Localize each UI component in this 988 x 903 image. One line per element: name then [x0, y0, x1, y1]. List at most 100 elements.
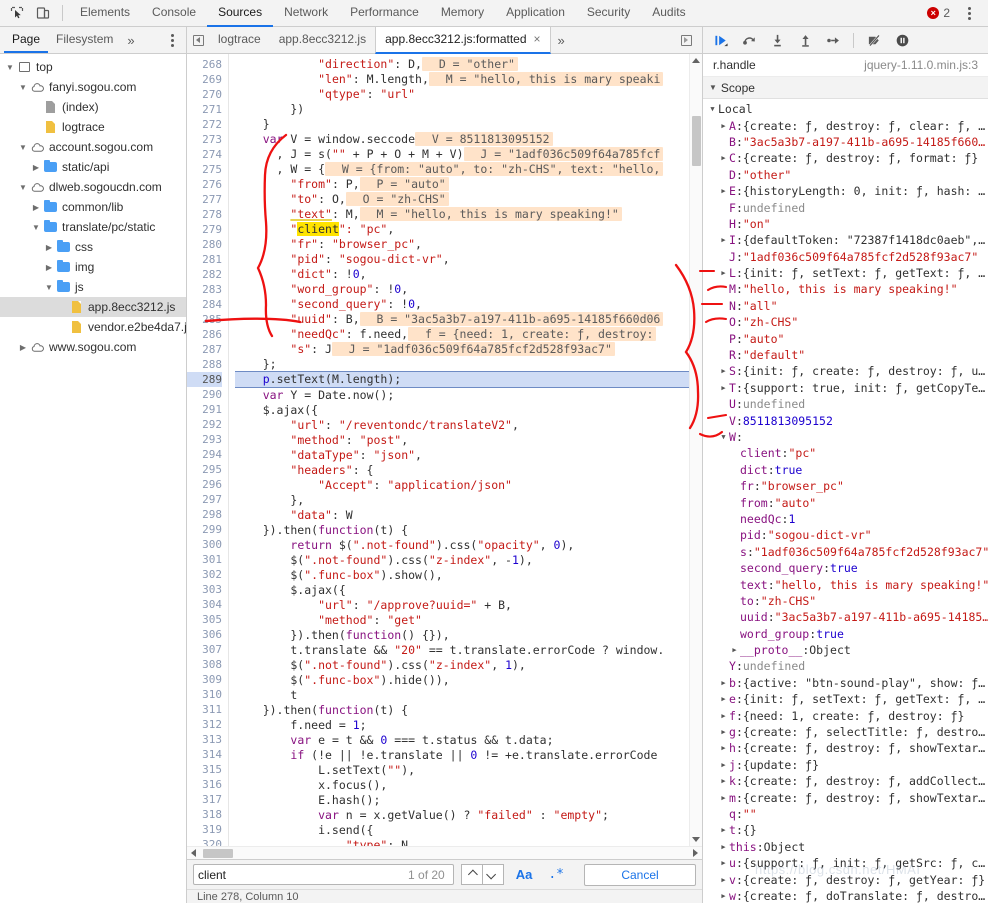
scope-variable-row[interactable]: ▶ C: {create: ƒ, destroy: ƒ, format: ƒ} [703, 150, 988, 166]
tree-item-translate-pc-static[interactable]: translate/pc/static [0, 217, 186, 237]
code-line[interactable]: "to": O, O = "zh-CHS" [235, 192, 689, 207]
line-number[interactable]: 287 [187, 342, 222, 357]
line-number[interactable]: 296 [187, 477, 222, 492]
chevron-right-icon[interactable]: ▶ [718, 892, 729, 900]
chevron-down-icon[interactable] [17, 137, 29, 157]
step-out-icon[interactable] [792, 28, 818, 52]
step-icon[interactable] [820, 28, 846, 52]
code-line[interactable]: "s": J J = "1adf036c509f64a785fcf2d528f9… [235, 342, 689, 357]
code-line[interactable]: "fr": "browser_pc", [235, 237, 689, 252]
tab-console[interactable]: Console [141, 0, 207, 27]
match-case-button[interactable]: Aa [512, 867, 537, 882]
code-line[interactable]: var e = t && 0 === t.status && t.data; [235, 733, 689, 748]
chevron-right-icon[interactable]: ▶ [718, 761, 729, 769]
code-editor[interactable]: 268 269 270 271 272 273 274 275 276 277 278 279 280 2… [187, 54, 702, 846]
line-number[interactable]: 271 [187, 102, 222, 117]
line-number[interactable]: 273 [187, 132, 222, 147]
editor-horizontal-scrollbar[interactable] [187, 846, 702, 859]
chevron-right-icon[interactable] [43, 237, 55, 257]
chevron-right-icon[interactable]: ▶ [718, 367, 729, 375]
line-number[interactable]: 302 [187, 567, 222, 582]
chevron-right-icon[interactable] [30, 197, 42, 217]
code-line[interactable]: $(".not-found").css("z-index", -1), [235, 553, 689, 568]
scope-variable-row[interactable]: ▶ __proto__: Object [703, 642, 988, 658]
code-line[interactable]: }).then(function() {}), [235, 628, 689, 643]
tab-sources[interactable]: Sources [207, 0, 274, 27]
scrollbar-thumb[interactable] [203, 849, 233, 858]
nav-tab-page[interactable]: Page [4, 27, 49, 53]
line-number[interactable]: 278 [187, 207, 222, 222]
scope-variable-row[interactable]: ▶dict: true [703, 462, 988, 478]
scroll-left-icon[interactable] [187, 847, 200, 860]
code-line[interactable]: $(".func-box").hide()), [235, 673, 689, 688]
navigator-more-tabs-icon[interactable]: » [121, 33, 140, 48]
chevron-right-icon[interactable]: ▶ [718, 384, 729, 392]
code-line[interactable]: }) [235, 102, 689, 117]
line-number[interactable]: 310 [187, 687, 222, 702]
scope-variable-row[interactable]: ▶ T: {support: true, init: ƒ, getCopyTe… [703, 380, 988, 396]
line-number[interactable]: 285 [187, 312, 222, 327]
line-number[interactable]: 315 [187, 762, 222, 777]
error-count-badge[interactable]: × 2 [919, 6, 958, 20]
search-next-button[interactable] [481, 864, 504, 885]
tab-application[interactable]: Application [495, 0, 576, 27]
scope-variable-row[interactable]: ▶H: "on" [703, 216, 988, 232]
chevron-right-icon[interactable]: ▶ [729, 646, 740, 654]
cancel-button[interactable]: Cancel [584, 863, 696, 886]
chevron-down-icon[interactable]: ▼ [718, 433, 729, 441]
scope-variable-row[interactable]: ▶F: undefined [703, 199, 988, 215]
code-line[interactable]: "method": "get" [235, 613, 689, 628]
tree-item-static-api[interactable]: static/api [0, 157, 186, 177]
code-line[interactable]: $.ajax({ [235, 583, 689, 598]
device-toolbar-icon[interactable] [30, 1, 56, 25]
line-number[interactable]: 316 [187, 777, 222, 792]
code-line[interactable]: t [235, 688, 689, 703]
chevron-right-icon[interactable]: ▶ [718, 777, 729, 785]
scope-variable-row[interactable]: ▶V: 8511813095152 [703, 412, 988, 428]
chevron-right-icon[interactable]: ▶ [718, 236, 729, 244]
inspect-element-icon[interactable] [4, 1, 30, 25]
line-number[interactable]: 304 [187, 597, 222, 612]
line-number-gutter[interactable]: 268 269 270 271 272 273 274 275 276 277 278 279 280 2… [187, 54, 229, 846]
code-line[interactable]: if (!e || !e.translate || 0 != +e.transl… [235, 748, 689, 763]
chevron-right-icon[interactable]: ▶ [718, 679, 729, 687]
line-number[interactable]: 313 [187, 732, 222, 747]
code-line[interactable]: "type": N, [235, 838, 689, 846]
line-number[interactable]: 297 [187, 492, 222, 507]
scope-section-header[interactable]: ▼ Scope [703, 77, 988, 99]
code-line[interactable]: $.ajax({ [235, 403, 689, 418]
step-into-icon[interactable] [764, 28, 790, 52]
line-number[interactable]: 292 [187, 417, 222, 432]
line-number[interactable]: 307 [187, 642, 222, 657]
line-number[interactable]: 311 [187, 702, 222, 717]
kebab-menu-icon[interactable] [958, 2, 980, 24]
scope-variable-row[interactable]: ▶client: "pc" [703, 445, 988, 461]
line-number[interactable]: 306 [187, 627, 222, 642]
file-tab-app-js[interactable]: app.8ecc3212.js [270, 27, 375, 54]
code-line[interactable]: }, [235, 493, 689, 508]
code-line[interactable]: L.setText(""), [235, 763, 689, 778]
line-number[interactable]: 270 [187, 87, 222, 102]
deactivate-breakpoints-icon[interactable] [861, 28, 887, 52]
tree-item-dlweb-sogoucdn-com[interactable]: dlweb.sogoucdn.com [0, 177, 186, 197]
scope-variable-row[interactable]: ▶ E: {historyLength: 0, init: ƒ, hash: … [703, 183, 988, 199]
scope-variable-row[interactable]: ▶ b: {active: "btn-sound-play", show: ƒ… [703, 675, 988, 691]
code-line[interactable]: $(".not-found").css("z-index", 1), [235, 658, 689, 673]
tree-item-fanyi-sogou-com[interactable]: fanyi.sogou.com [0, 77, 186, 97]
code-line[interactable]: t.translate && "20" == t.translate.error… [235, 643, 689, 658]
scope-variable-row[interactable]: ▶second_query: true [703, 560, 988, 576]
scope-variable-row[interactable]: ▶J: "1adf036c509f64a785fcf2d528f93ac7" [703, 249, 988, 265]
tab-performance[interactable]: Performance [339, 0, 430, 27]
code-line[interactable]: "client": "pc", [235, 222, 689, 237]
code-line[interactable]: var V = window.seccode V = 8511813095152 [235, 132, 689, 147]
code-line[interactable]: var n = x.getValue() ? "failed" : "empty… [235, 808, 689, 823]
scope-variable-row[interactable]: ▶M: "hello, this is mary speaking!" [703, 281, 988, 297]
search-input[interactable] [198, 865, 405, 884]
line-number[interactable]: 319 [187, 822, 222, 837]
tree-item--index-[interactable]: (index) [0, 97, 186, 117]
chevron-down-icon[interactable] [17, 77, 29, 97]
line-number[interactable]: 290 [187, 387, 222, 402]
tree-item-top[interactable]: top [0, 57, 186, 77]
chevron-right-icon[interactable]: ▶ [718, 154, 729, 162]
code-line[interactable]: "headers": { [235, 463, 689, 478]
